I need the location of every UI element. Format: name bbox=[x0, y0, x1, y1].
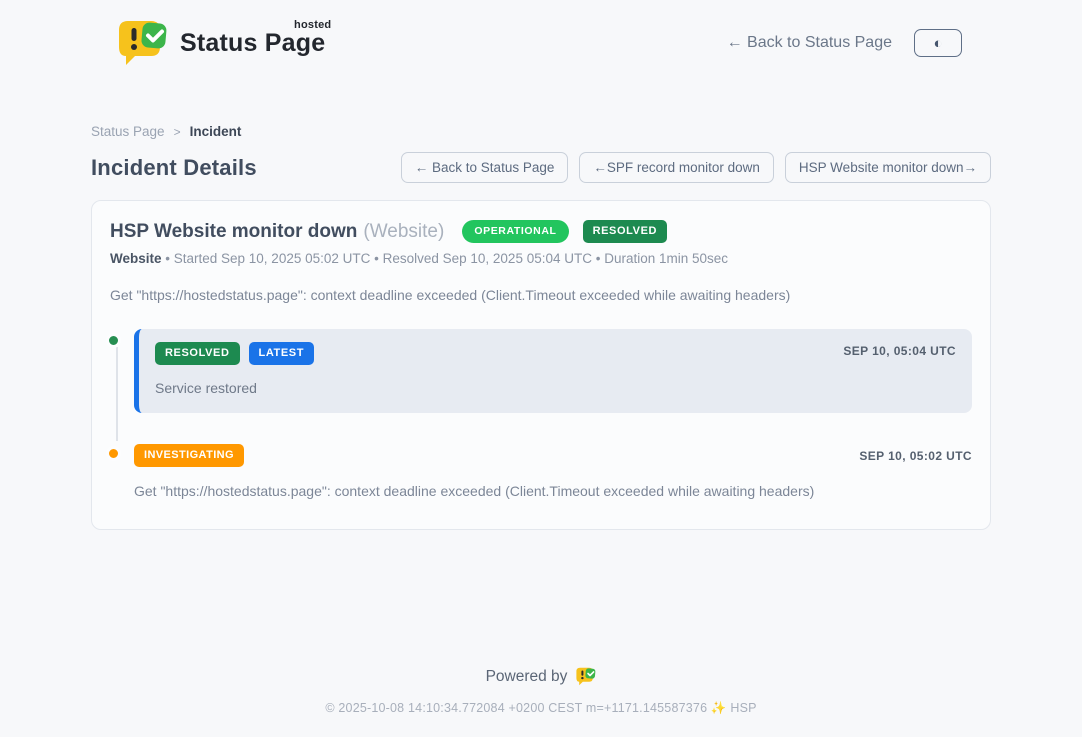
incident-component: (Website) bbox=[363, 221, 444, 243]
incident-title: HSP Website monitor down bbox=[110, 221, 357, 243]
brand-superscript: hosted bbox=[294, 19, 331, 31]
timeline-timestamp: SEP 10, 05:04 UTC bbox=[843, 344, 956, 358]
footer-logo-icon bbox=[576, 667, 596, 686]
component-status-badge: OPERATIONAL bbox=[462, 220, 568, 243]
page-title: Incident Details bbox=[91, 155, 257, 181]
incident-meta-details: • Started Sep 10, 2025 05:02 UTC • Resol… bbox=[162, 251, 729, 266]
copyright-brand: HSP bbox=[730, 701, 756, 715]
back-to-status-page-button[interactable]: ← Back to Status Page bbox=[401, 152, 569, 183]
status-page-logo[interactable]: Status Pagehosted bbox=[118, 20, 325, 66]
incident-status-badge: RESOLVED bbox=[583, 220, 668, 243]
timeline-badges: RESOLVED LATEST bbox=[155, 342, 956, 365]
header: Status Pagehosted ← Back to Status Page … bbox=[0, 0, 1082, 66]
powered-by-label: Powered by bbox=[486, 668, 568, 686]
header-actions: ← Back to Status Page ◐ bbox=[727, 29, 962, 57]
resolved-badge: RESOLVED bbox=[155, 342, 240, 365]
incident-meta: Website • Started Sep 10, 2025 05:02 UTC… bbox=[110, 251, 972, 266]
breadcrumb-status-page-link[interactable]: Status Page bbox=[91, 124, 165, 139]
title-row: Incident Details ← Back to Status Page ←… bbox=[91, 152, 991, 183]
timeline-item-resolved: RESOLVED LATEST SEP 10, 05:04 UTC Servic… bbox=[110, 329, 972, 413]
sparkles-icon: ✨ bbox=[711, 701, 727, 715]
timeline-dot-investigating bbox=[106, 446, 121, 461]
timeline-item-investigating: INVESTIGATING SEP 10, 05:02 UTC Get "htt… bbox=[110, 444, 972, 499]
latest-badge: LATEST bbox=[249, 342, 315, 365]
header-back-to-status-page-link[interactable]: ← Back to Status Page bbox=[727, 34, 892, 52]
incident-card-header: HSP Website monitor down (Website) OPERA… bbox=[110, 220, 972, 243]
breadcrumb-separator: > bbox=[174, 125, 181, 139]
timeline-message: Get "https://hostedstatus.page": context… bbox=[134, 483, 972, 499]
breadcrumb: Status Page > Incident bbox=[91, 124, 991, 139]
status-page-logo-icon bbox=[118, 20, 168, 66]
timeline-timestamp: SEP 10, 05:02 UTC bbox=[859, 449, 972, 463]
timeline-highlight-box: RESOLVED LATEST SEP 10, 05:04 UTC Servic… bbox=[134, 329, 972, 413]
brand-name: Status Pagehosted bbox=[180, 29, 325, 58]
incident-card: HSP Website monitor down (Website) OPERA… bbox=[91, 200, 991, 530]
half-circle-theme-icon: ◐ bbox=[933, 36, 942, 51]
copyright-text: © 2025-10-08 14:10:34.772084 +0200 CEST … bbox=[325, 701, 707, 715]
investigating-badge: INVESTIGATING bbox=[134, 444, 244, 467]
main-content: Status Page > Incident Incident Details … bbox=[91, 124, 991, 530]
timeline-dot-resolved bbox=[106, 333, 121, 348]
incident-meta-component: Website bbox=[110, 251, 162, 266]
previous-incident-button[interactable]: ←SPF record monitor down bbox=[579, 152, 774, 183]
footer: Powered by © 2025-10-08 14:10:34.772084 … bbox=[0, 667, 1082, 716]
incident-nav-buttons: ← Back to Status Page ←SPF record monito… bbox=[401, 152, 991, 183]
next-incident-button[interactable]: HSP Website monitor down→ bbox=[785, 152, 991, 183]
breadcrumb-current-incident: Incident bbox=[190, 124, 242, 139]
timeline-badges: INVESTIGATING SEP 10, 05:02 UTC bbox=[134, 444, 972, 467]
theme-toggle-button[interactable]: ◐ bbox=[914, 29, 962, 57]
powered-by-link[interactable]: Powered by bbox=[486, 667, 597, 686]
copyright-line: © 2025-10-08 14:10:34.772084 +0200 CEST … bbox=[0, 701, 1082, 716]
timeline-message: Service restored bbox=[155, 380, 956, 396]
incident-timeline: RESOLVED LATEST SEP 10, 05:04 UTC Servic… bbox=[110, 329, 972, 499]
incident-description: Get "https://hostedstatus.page": context… bbox=[110, 287, 972, 303]
